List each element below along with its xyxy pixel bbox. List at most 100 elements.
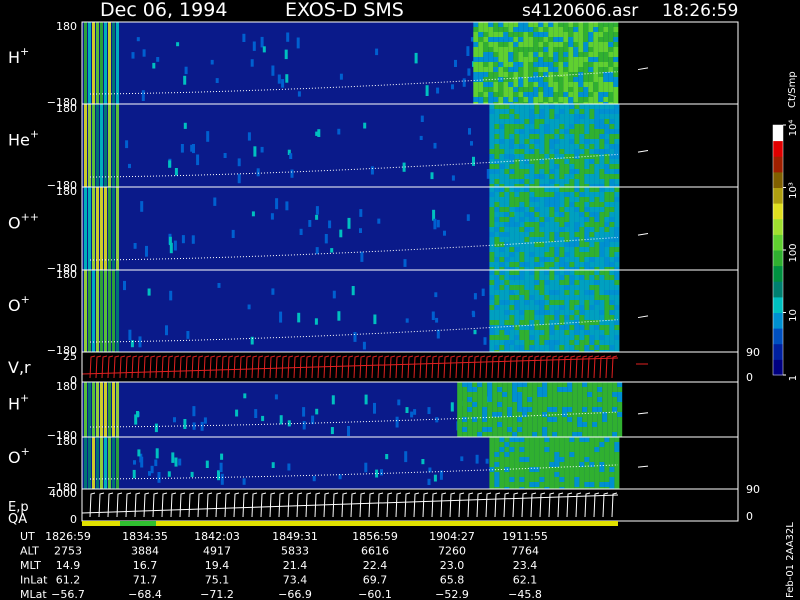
- spectrogram-cell: [554, 124, 560, 129]
- spectrogram-cell: [489, 252, 495, 257]
- spectrogram-cell: [559, 159, 565, 164]
- spectrogram-cell: [489, 174, 495, 179]
- spectrogram-cell: [539, 300, 545, 305]
- spectrogram-cell: [519, 462, 525, 467]
- ephemeris-row-label: UT: [20, 530, 35, 543]
- spectrogram-cell: [494, 237, 500, 242]
- spectrogram-cell: [549, 124, 555, 129]
- spectrogram-patch: [289, 153, 293, 159]
- spectrogram-cell: [544, 275, 550, 280]
- spectrogram-cell: [614, 187, 620, 192]
- spectrogram-cell: [564, 109, 570, 114]
- spectrogram-streak: [88, 104, 91, 187]
- spectrogram-cell: [564, 227, 570, 232]
- spectrogram-cell: [494, 320, 500, 325]
- spectrogram-cell: [494, 169, 500, 174]
- spectrogram-cell: [523, 42, 529, 47]
- spectrogram-cell: [603, 52, 609, 57]
- spectrogram-cell: [608, 92, 614, 97]
- velocity-tick: [101, 355, 108, 379]
- velocity-tick: [401, 355, 408, 379]
- spectrogram-cell: [514, 149, 520, 154]
- spectrogram-cell: [583, 67, 589, 72]
- spectrogram-cell: [499, 164, 505, 169]
- spectrogram-patch: [183, 419, 187, 429]
- spectrogram-cell: [508, 77, 514, 82]
- spectrogram-cell: [529, 305, 535, 310]
- spectrogram-cell: [529, 104, 535, 109]
- spectrogram-cell: [493, 82, 499, 87]
- spectrogram-cell: [488, 42, 494, 47]
- spectrogram-cell: [614, 452, 620, 457]
- spectrogram-patch: [331, 395, 335, 405]
- spectrogram-cell: [494, 104, 500, 109]
- spectrogram-cell: [604, 124, 610, 129]
- spectrogram-cell: [504, 154, 510, 159]
- spectrogram-patch: [434, 292, 438, 298]
- spectrogram-patch: [251, 211, 255, 217]
- spectrogram-cell: [614, 114, 620, 119]
- spectrogram-cell: [534, 315, 540, 320]
- spectrogram-cell: [512, 382, 518, 387]
- spectrogram-patch: [277, 74, 281, 84]
- spectrogram-cell: [569, 237, 575, 242]
- spectrogram-cell: [609, 227, 615, 232]
- spectrogram-cell: [457, 427, 463, 432]
- spectrogram-cell: [614, 457, 620, 462]
- spectrogram-cell: [604, 472, 610, 477]
- right-tick-bottom: 0: [746, 371, 753, 384]
- spectrogram-cell: [583, 72, 589, 77]
- energy-tick: [98, 492, 105, 518]
- spectrogram-cell: [554, 207, 560, 212]
- spectrogram-cell: [583, 37, 589, 42]
- spectrogram-cell: [494, 252, 500, 257]
- spectrogram-cell: [499, 207, 505, 212]
- spectrogram-cell: [473, 47, 479, 52]
- spectrogram-cell: [584, 257, 590, 262]
- spectrogram-patch: [167, 471, 171, 477]
- spectrogram-cell: [539, 345, 545, 350]
- spectrogram-cell: [503, 77, 509, 82]
- spectrogram-cell: [562, 422, 568, 427]
- velocity-tick: [413, 355, 420, 379]
- spectrogram-cell: [563, 42, 569, 47]
- spectrogram-cell: [523, 77, 529, 82]
- spectrogram-cell: [609, 482, 615, 487]
- spectrogram-cell: [599, 257, 605, 262]
- spectrogram-cell: [559, 305, 565, 310]
- spectrogram-cell: [494, 295, 500, 300]
- spectrogram-cell: [569, 340, 575, 345]
- spectrogram-cell: [543, 62, 549, 67]
- spectrogram-streak: [100, 382, 103, 437]
- spectrogram-cell: [614, 104, 620, 109]
- spectrogram-cell: [582, 427, 588, 432]
- spectrogram-cell: [559, 477, 565, 482]
- spectrogram-cell: [584, 222, 590, 227]
- spectrogram-cell: [538, 42, 544, 47]
- velocity-tick: [473, 355, 480, 379]
- spectrogram-cell: [589, 119, 595, 124]
- spectrogram-cell: [493, 92, 499, 97]
- spectrogram-cell: [584, 457, 590, 462]
- spectrogram-cell: [609, 144, 615, 149]
- velocity-tick: [491, 355, 498, 379]
- spectrogram-cell: [582, 417, 588, 422]
- spectrogram-patch: [156, 57, 160, 62]
- spectrogram-patch: [454, 59, 457, 67]
- spectrogram-cell: [532, 392, 538, 397]
- spectrogram-cell: [609, 252, 615, 257]
- spectrogram-cell: [549, 169, 555, 174]
- spectrogram-cell: [489, 442, 495, 447]
- spectrogram-cell: [528, 87, 534, 92]
- spectrogram-cell: [473, 87, 479, 92]
- spectrogram-cell: [539, 437, 545, 442]
- spectrogram-cell: [607, 387, 613, 392]
- spectrogram-cell: [604, 212, 610, 217]
- spectrogram-cell: [534, 169, 540, 174]
- spectrogram-cell: [564, 472, 570, 477]
- spectrogram-streak: [92, 270, 95, 352]
- colorbar-segment: [773, 171, 783, 188]
- spectrogram-cell: [603, 92, 609, 97]
- ephemeris-row-label: MLat: [20, 588, 47, 600]
- spectrogram-cell: [593, 87, 599, 92]
